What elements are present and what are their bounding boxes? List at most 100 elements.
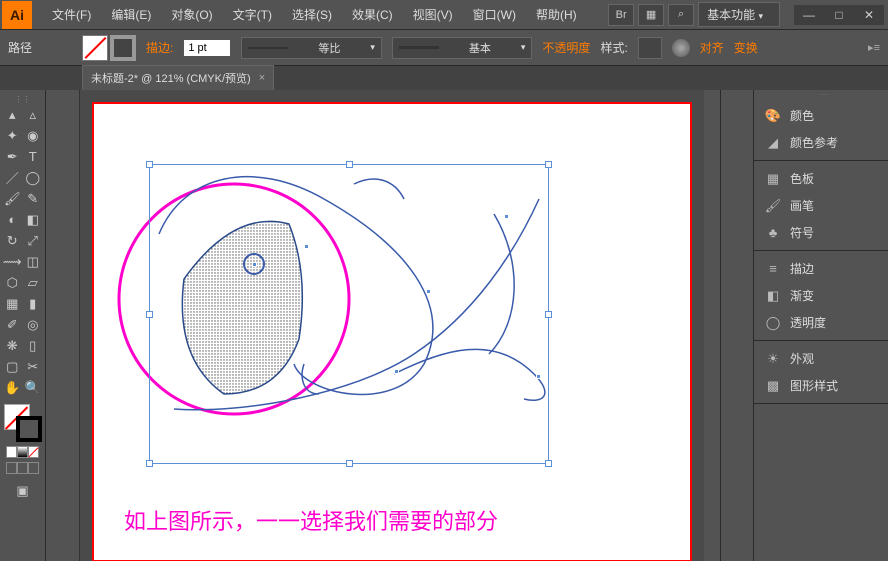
menu-edit[interactable]: 编辑(E) (101, 0, 161, 29)
blend-tool[interactable]: ◎ (23, 314, 44, 335)
style-label: 样式: (600, 39, 627, 56)
panel-graphic-styles[interactable]: ▩图形样式 (754, 372, 888, 399)
magic-wand-tool[interactable]: ✦ (2, 125, 23, 146)
anchor-point[interactable] (426, 289, 431, 294)
perspective-tool[interactable]: ▱ (23, 272, 44, 293)
tab-close-icon[interactable]: × (259, 72, 265, 84)
none-mode-icon[interactable] (28, 446, 39, 458)
handle-bot-right[interactable] (545, 460, 552, 467)
screen-mode-icon[interactable]: ▣ (12, 480, 33, 501)
opacity-label[interactable]: 不透明度 (542, 39, 590, 56)
hand-tool[interactable]: ✋ (2, 377, 23, 398)
stroke-weight-input[interactable] (183, 39, 231, 57)
bridge-icon[interactable]: Br (608, 4, 634, 26)
anchor-point[interactable] (304, 244, 309, 249)
graphic-styles-icon: ▩ (764, 378, 782, 394)
shape-tool[interactable]: ◯ (23, 167, 44, 188)
panel-brushes[interactable]: 🖌画笔 (754, 192, 888, 219)
panel-menu-icon[interactable]: ▸≡ (868, 41, 880, 54)
panel-color-guide[interactable]: ◢颜色参考 (754, 129, 888, 156)
pen-tool[interactable]: ✒ (2, 146, 23, 167)
recolor-icon[interactable] (672, 39, 690, 57)
fill-swatch[interactable] (82, 35, 108, 61)
selection-tool[interactable]: ▴ (2, 104, 23, 125)
draw-inside-icon[interactable] (28, 462, 39, 474)
blob-brush-tool[interactable]: ◐ (2, 209, 23, 230)
align-label[interactable]: 对齐 (700, 39, 724, 56)
panels-dock: ⋯ 🎨颜色 ◢颜色参考 ▦色板 🖌画笔 ♣符号 ≡描边 ◧渐变 ◯透明度 ☀外观… (754, 90, 888, 561)
panel-color[interactable]: 🎨颜色 (754, 102, 888, 129)
rotate-tool[interactable]: ↻ (2, 230, 23, 251)
color-mode-icon[interactable] (6, 446, 17, 458)
anchor-point[interactable] (252, 262, 257, 267)
eyedropper-tool[interactable]: ✐ (2, 314, 23, 335)
direct-selection-tool[interactable]: ▵ (23, 104, 44, 125)
panel-symbols[interactable]: ♣符号 (754, 219, 888, 246)
profile-dropdown[interactable]: 等比▾ (241, 37, 382, 59)
gradient-mode-icon[interactable] (17, 446, 28, 458)
menu-effect[interactable]: 效果(C) (342, 0, 403, 29)
vertical-scrollbar[interactable] (704, 90, 720, 561)
artboard[interactable]: 如上图所示，一一选择我们需要的部分 (92, 102, 692, 561)
gradient-tool[interactable]: ▮ (23, 293, 44, 314)
scale-tool[interactable]: ⤢ (23, 230, 44, 251)
panel-grip[interactable]: ⋯ (754, 90, 888, 98)
graph-tool[interactable]: ▯ (23, 335, 44, 356)
window-close[interactable]: ✕ (854, 5, 884, 25)
paintbrush-tool[interactable]: 🖌 (2, 188, 23, 209)
selection-bounding-box[interactable] (149, 164, 549, 464)
draw-normal-icon[interactable] (6, 462, 17, 474)
stroke-swatch[interactable] (110, 35, 136, 61)
search-icon[interactable]: ⌕ (668, 4, 694, 26)
graphic-style-thumb[interactable] (638, 37, 662, 59)
tools-grip[interactable]: ⋮⋮ (2, 94, 43, 104)
anchor-point[interactable] (394, 369, 399, 374)
type-tool[interactable]: T (23, 146, 44, 167)
width-tool[interactable]: ⟿ (2, 251, 23, 272)
workspace-dropdown[interactable]: 基本功能 ▾ (698, 2, 780, 27)
window-maximize[interactable]: □ (824, 5, 854, 25)
arrange-docs-icon[interactable]: ▦ (638, 4, 664, 26)
symbol-sprayer-tool[interactable]: ❋ (2, 335, 23, 356)
menu-view[interactable]: 视图(V) (403, 0, 463, 29)
handle-top-left[interactable] (146, 161, 153, 168)
line-tool[interactable]: ／ (2, 167, 23, 188)
fill-stroke-swatch[interactable] (4, 404, 42, 442)
artboard-tool[interactable]: ▢ (2, 356, 23, 377)
menu-type[interactable]: 文字(T) (223, 0, 282, 29)
free-transform-tool[interactable]: ◫ (23, 251, 44, 272)
panel-gradient[interactable]: ◧渐变 (754, 282, 888, 309)
left-dock-strip[interactable] (46, 90, 80, 561)
slice-tool[interactable]: ✂ (23, 356, 44, 377)
eraser-tool[interactable]: ◧ (23, 209, 44, 230)
zoom-tool[interactable]: 🔍 (23, 377, 44, 398)
pencil-tool[interactable]: ✎ (23, 188, 44, 209)
panel-stroke[interactable]: ≡描边 (754, 255, 888, 282)
handle-bot-mid[interactable] (346, 460, 353, 467)
draw-behind-icon[interactable] (17, 462, 28, 474)
menu-select[interactable]: 选择(S) (282, 0, 342, 29)
collapsed-dock[interactable] (720, 90, 754, 561)
anchor-point[interactable] (504, 214, 509, 219)
panel-appearance[interactable]: ☀外观 (754, 345, 888, 372)
handle-mid-left[interactable] (146, 311, 153, 318)
panel-transparency[interactable]: ◯透明度 (754, 309, 888, 336)
window-minimize[interactable]: — (794, 5, 824, 25)
transform-label[interactable]: 变换 (734, 39, 758, 56)
stroke-label[interactable]: 描边: (146, 39, 173, 56)
menu-object[interactable]: 对象(O) (161, 0, 222, 29)
handle-top-right[interactable] (545, 161, 552, 168)
handle-mid-right[interactable] (545, 311, 552, 318)
panel-swatches[interactable]: ▦色板 (754, 165, 888, 192)
menu-help[interactable]: 帮助(H) (526, 0, 587, 29)
lasso-tool[interactable]: ◉ (23, 125, 44, 146)
shape-builder-tool[interactable]: ⬡ (2, 272, 23, 293)
menu-file[interactable]: 文件(F) (42, 0, 101, 29)
mesh-tool[interactable]: ▦ (2, 293, 23, 314)
menu-window[interactable]: 窗口(W) (463, 0, 526, 29)
anchor-point[interactable] (536, 374, 541, 379)
brush-def-dropdown[interactable]: 基本▾ (392, 37, 533, 59)
handle-bot-left[interactable] (146, 460, 153, 467)
document-tab[interactable]: 未标题-2* @ 121% (CMYK/预览) × (82, 65, 274, 90)
handle-top-mid[interactable] (346, 161, 353, 168)
